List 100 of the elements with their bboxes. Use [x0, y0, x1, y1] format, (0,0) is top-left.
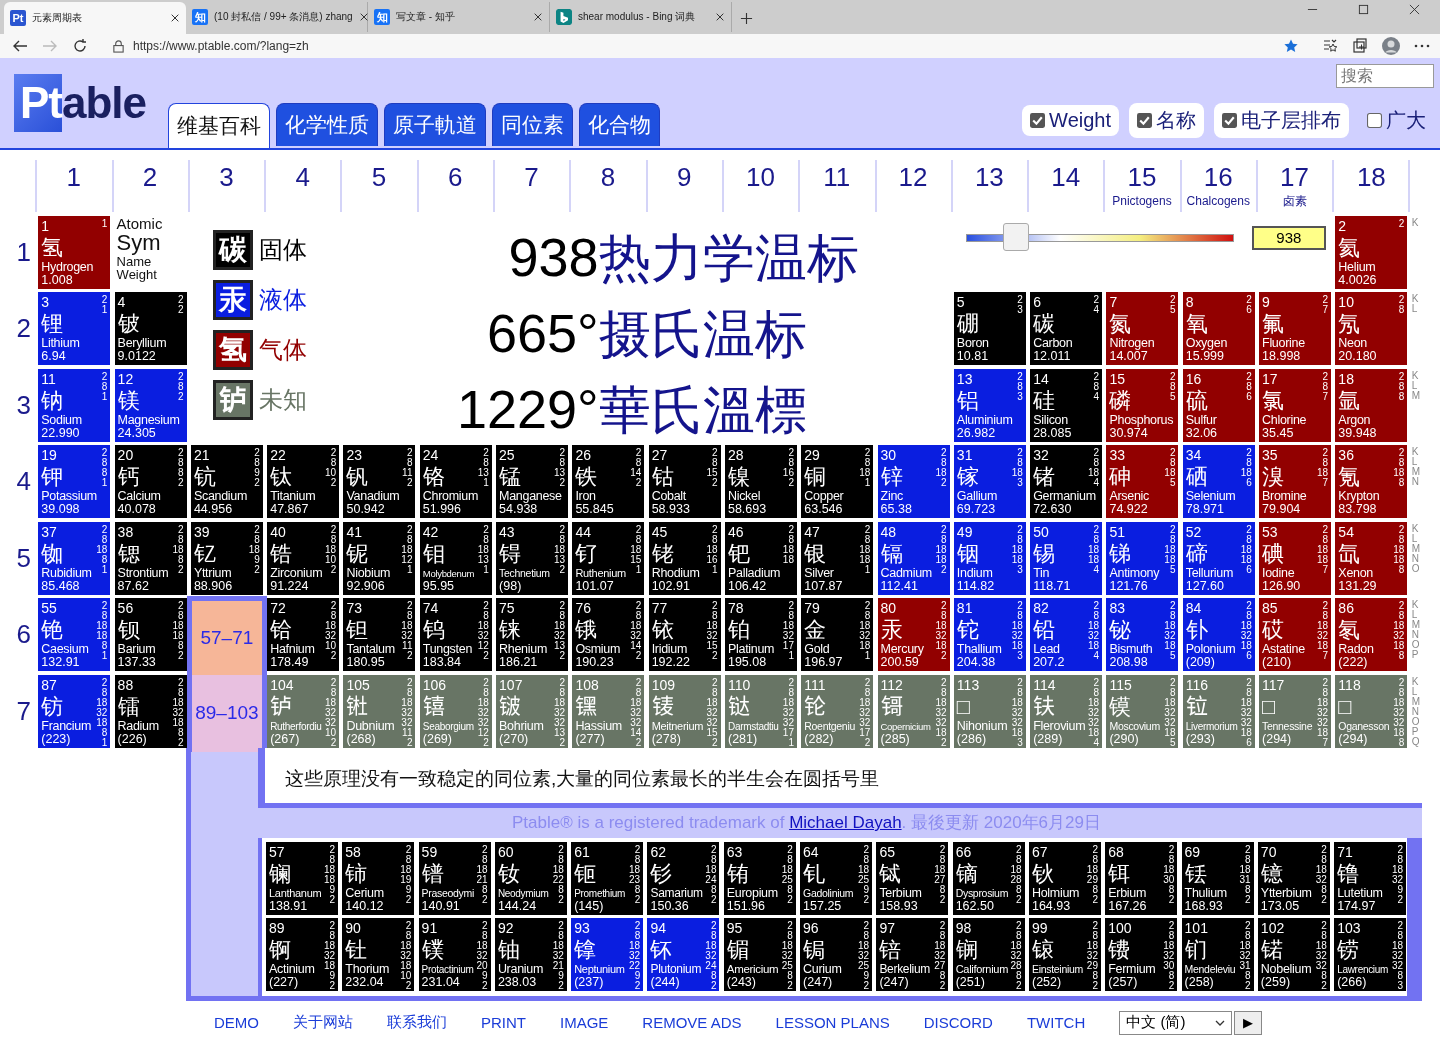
element-tile[interactable]: 85 砹 Astatine (210) 2 8 18 32 18 7	[1259, 598, 1332, 671]
element-tile[interactable]: 86 氡 Radon (222) 2 8 18 32 18 8	[1335, 598, 1408, 671]
element-tile[interactable]: 71 镥 Lutetium 174.97 2 8 18 32 9 2	[1334, 841, 1407, 915]
collections-icon[interactable]	[1352, 38, 1368, 54]
element-tile[interactable]: 53 碘 Iodine 126.90 2 8 18 18 7	[1259, 521, 1332, 595]
address-field[interactable]: https://www.ptable.com/?lang=zh	[102, 35, 1308, 57]
element-tile[interactable]: 8 氧 Oxygen 15.999 2 6	[1182, 292, 1255, 365]
element-tile[interactable]: 20 钙 Calcium 40.078 2 8 8 2	[114, 445, 187, 518]
element-tile[interactable]: 32 锗 Germanium 72.630 2 8 18 4	[1030, 445, 1103, 518]
element-tile[interactable]: 83 铋 Bismuth 208.98 2 8 18 32 18 5	[1106, 598, 1179, 671]
element-tile[interactable]: 16 硫 Sulfur 32.06 2 8 6	[1182, 368, 1255, 442]
element-tile[interactable]: 54 氙 Xenon 131.29 2 8 18 18 8	[1335, 521, 1408, 595]
element-tile[interactable]: 50 锡 Tin 118.71 2 8 18 18 4	[1030, 521, 1103, 595]
element-tile[interactable]: 1 氢 Hydrogen 1.008 1	[38, 215, 111, 289]
search-field[interactable]: 搜索	[1336, 64, 1434, 88]
element-tile[interactable]: 24 铬 Chromium 51.996 2 8 13 1	[419, 445, 492, 518]
close-icon[interactable]	[358, 12, 369, 22]
element-tile[interactable]: 31 镓 Gallium 69.723 2 8 18 3	[953, 445, 1026, 518]
element-tile[interactable]: 58 铈 Cerium 140.12 2 8 18 19 9 2	[342, 841, 415, 915]
element-tile[interactable]: 4 铍 Beryllium 9.0122 2 2	[114, 292, 187, 365]
new-tab-icon[interactable]	[740, 12, 753, 25]
browser-tab[interactable]: Pt 元素周期表	[4, 2, 186, 34]
element-tile[interactable]: 44 钌 Ruthenium 101.07 2 8 18 15 1	[572, 521, 645, 595]
maximize-icon[interactable]	[1358, 4, 1369, 15]
element-tile[interactable]: 45 铑 Rhodium 102.91 2 8 18 16 1	[648, 521, 721, 595]
element-tile[interactable]: 28 镍 Nickel 58.693 2 8 16 2	[724, 445, 797, 518]
element-tile[interactable]: 82 铅 Lead 207.2 2 8 18 32 18 4	[1030, 598, 1103, 671]
element-tile[interactable]: 9 氟 Fluorine 18.998 2 7	[1259, 292, 1332, 365]
option-label[interactable]: 广大	[1386, 107, 1426, 134]
checkbox[interactable]	[1030, 113, 1046, 128]
element-tile[interactable]: 12 镁 Magnesium 24.305 2 8 2	[114, 368, 187, 442]
footer-link[interactable]: TWITCH	[1026, 1014, 1086, 1031]
element-tile[interactable]: 65 铽 Terbium 158.93 2 8 18 27 8 2	[876, 841, 949, 915]
logo[interactable]: Ptable	[14, 74, 147, 132]
element-tile[interactable]: 13 铝 Aluminium 26.982 2 8 3	[953, 368, 1026, 442]
go-button[interactable]: ▶	[1234, 1010, 1263, 1035]
element-tile[interactable]: 80 汞 Mercury 200.59 2 8 18 32 18 2	[877, 598, 950, 671]
close-icon[interactable]	[170, 13, 180, 23]
element-tile[interactable]: 2 氦 Helium 4.0026 2	[1335, 215, 1408, 289]
browser-tab[interactable]: 知 写文章 - 知乎	[368, 2, 550, 32]
author-link[interactable]: Michael Dayah	[789, 813, 902, 832]
element-tile[interactable]: 30 锌 Zinc 65.38 2 8 18 2	[877, 445, 950, 518]
footer-link[interactable]: PRINT	[481, 1014, 526, 1031]
element-tile[interactable]: 42 钼 Molybdenum 95.95 2 8 18 13 1	[419, 521, 492, 595]
element-tile[interactable]: 22 钛 Titanium 47.867 2 8 10 2	[267, 445, 340, 518]
element-tile[interactable]: 37 铷 Rubidium 85.468 2 8 18 8 1	[38, 521, 111, 595]
footer-link[interactable]: 关于网站	[293, 1013, 353, 1032]
element-tile[interactable]: 19 钾 Potassium 39.098 2 8 8 1	[38, 445, 111, 518]
element-tile[interactable]: 7 氮 Nitrogen 14.007 2 5	[1106, 292, 1179, 365]
element-tile[interactable]: 25 锰 Manganese 54.938 2 8 13 2	[496, 445, 569, 518]
option-chip[interactable]: 电子层排布	[1214, 103, 1349, 138]
element-tile[interactable]: 49 铟 Indium 114.82 2 8 18 18 3	[953, 521, 1026, 595]
option-label[interactable]: 电子层排布	[1241, 107, 1341, 134]
element-tile[interactable]: 81 铊 Thallium 204.38 2 8 18 32 18 3	[953, 598, 1026, 671]
footer-link[interactable]: DEMO	[214, 1014, 259, 1031]
element-tile[interactable]: 17 氯 Chlorine 35.45 2 8 7	[1259, 368, 1332, 442]
temperature-input[interactable]: 938	[1251, 226, 1326, 250]
footer-link[interactable]: IMAGE	[560, 1014, 609, 1031]
checkbox[interactable]	[1367, 113, 1382, 128]
tab[interactable]: 原子軌道	[384, 103, 487, 146]
footer-link[interactable]: REMOVE ADS	[642, 1014, 742, 1031]
element-tile[interactable]: 52 碲 Tellurium 127.60 2 8 18 18 6	[1182, 521, 1255, 595]
back-icon[interactable]	[12, 38, 28, 54]
element-tile[interactable]: 51 锑 Antimony 121.76 2 8 18 18 5	[1106, 521, 1179, 595]
element-tile[interactable]: 33 砷 Arsenic 74.922 2 8 18 5	[1106, 445, 1179, 518]
element-tile[interactable]: 38 锶 Strontium 87.62 2 8 18 8 2	[114, 521, 187, 595]
element-tile[interactable]: 46 钯 Palladium 106.42 2 8 18 18	[724, 521, 797, 595]
series-range[interactable]: 89–103	[186, 674, 267, 752]
slider-thumb[interactable]	[1002, 223, 1029, 251]
close-icon[interactable]	[1409, 4, 1420, 15]
element-tile[interactable]: 72 铪 Hafnium 178.49 2 8 18 32 10 2	[267, 598, 340, 671]
element-tile[interactable]: 41 铌 Niobium 92.906 2 8 18 12 1	[343, 521, 416, 595]
element-tile[interactable]: 68 铒 Erbium 167.26 2 8 18 30 8 2	[1105, 841, 1178, 915]
element-tile[interactable]: 14 硅 Silicon 28.085 2 8 4	[1030, 368, 1103, 442]
element-tile[interactable]: 11 钠 Sodium 22.990 2 8 1	[38, 368, 111, 442]
element-tile[interactable]: 96 锔 Curium (247) 2 8 18 32 25 9 2	[800, 918, 873, 991]
element-tile[interactable]: 69 铥 Thulium 168.93 2 8 18 31 8 2	[1181, 841, 1254, 915]
footer-link[interactable]: DISCORD	[923, 1014, 993, 1031]
element-tile[interactable]: 29 铜 Copper 63.546 2 8 18 1	[801, 445, 874, 518]
element-tile[interactable]: 6 碳 Carbon 12.011 2 4	[1030, 292, 1103, 365]
element-tile[interactable]: 27 钴 Cobalt 58.933 2 8 15 2	[648, 445, 721, 518]
tab[interactable]: 同位素	[492, 103, 574, 146]
footer-link[interactable]: 联系我们	[387, 1013, 447, 1032]
element-tile[interactable]: 76 锇 Osmium 190.23 2 8 18 32 14 2	[572, 598, 645, 671]
browser-tab[interactable]: 知 (10 封私信 / 99+ 条消息) zhang	[186, 2, 368, 32]
browser-tab[interactable]: shear modulus - Bing 词典	[550, 2, 732, 32]
language-select[interactable]: 中文 (简)	[1119, 1010, 1233, 1035]
element-tile[interactable]: 79 金 Gold 196.97 2 8 18 32 18 1	[801, 598, 874, 671]
star-icon[interactable]	[1284, 39, 1298, 53]
element-tile[interactable]: 43 锝 Technetium (98) 2 8 18 13 2	[496, 521, 569, 595]
reload-icon[interactable]	[72, 38, 88, 54]
element-tile[interactable]: 18 氩 Argon 39.948 2 8 8	[1335, 368, 1408, 442]
tab[interactable]: 维基百科	[168, 103, 271, 148]
element-tile[interactable]: 47 银 Silver 107.87 2 8 18 18 1	[801, 521, 874, 595]
element-tile[interactable]: 77 铱 Iridium 192.22 2 8 18 32 15 2	[648, 598, 721, 671]
checkbox[interactable]	[1222, 113, 1237, 128]
element-tile[interactable]: 34 硒 Selenium 78.971 2 8 18 6	[1182, 445, 1255, 518]
element-tile[interactable]: 21 钪 Scandium 44.956 2 8 9 2	[190, 445, 263, 518]
option-label[interactable]: Weight	[1049, 109, 1111, 132]
element-tile[interactable]: 26 铁 Iron 55.845 2 8 14 2	[572, 445, 645, 518]
